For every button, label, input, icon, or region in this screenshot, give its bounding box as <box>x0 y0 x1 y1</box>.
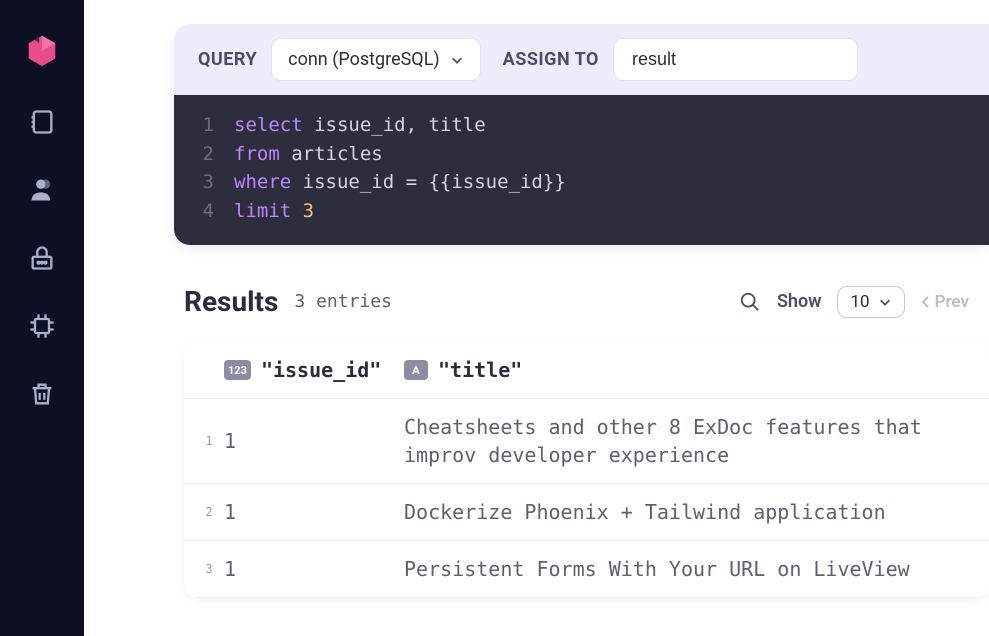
cell-title: Cheatsheets and other 8 ExDoc features t… <box>404 413 989 469</box>
code-line: 4limit 3 <box>198 197 965 226</box>
prev-button[interactable]: Prev <box>921 292 969 312</box>
query-header: QUERY conn (PostgreSQL) ASSIGN TO <box>174 24 989 95</box>
prev-label: Prev <box>935 292 969 312</box>
results-title: Results <box>184 285 278 318</box>
table-header: 123 "issue_id" A "title" <box>184 342 989 399</box>
type-badge-number: 123 <box>224 360 251 380</box>
show-select[interactable]: 10 <box>837 286 904 318</box>
user-icon[interactable] <box>28 176 56 204</box>
lock-icon[interactable] <box>28 244 56 272</box>
entries-count: 3 entries <box>294 291 392 312</box>
code-line: 2from articles <box>198 140 965 169</box>
row-number: 1 <box>194 434 224 448</box>
main-content: QUERY conn (PostgreSQL) ASSIGN TO 1selec… <box>84 0 989 636</box>
column-header-issue-id[interactable]: 123 "issue_id" <box>224 358 404 382</box>
show-value: 10 <box>850 292 869 312</box>
notebook-icon[interactable] <box>28 108 56 136</box>
query-card: QUERY conn (PostgreSQL) ASSIGN TO 1selec… <box>174 24 989 245</box>
chevron-down-icon <box>450 53 464 67</box>
cell-title: Persistent Forms With Your URL on LiveVi… <box>404 555 989 583</box>
table-row[interactable]: 1 1 Cheatsheets and other 8 ExDoc featur… <box>184 399 989 484</box>
row-number: 2 <box>194 505 224 519</box>
results-controls: Show 10 Prev <box>739 286 989 318</box>
assign-input[interactable] <box>613 38 858 81</box>
cell-issue-id: 1 <box>224 500 404 524</box>
app-logo[interactable] <box>23 30 61 68</box>
column-header-title[interactable]: A "title" <box>404 358 989 382</box>
results-section: Results 3 entries Show 10 Prev <box>184 285 989 598</box>
cell-issue-id: 1 <box>224 429 404 453</box>
connection-dropdown[interactable]: conn (PostgreSQL) <box>271 38 481 81</box>
table-row[interactable]: 3 1 Persistent Forms With Your URL on Li… <box>184 541 989 598</box>
cell-issue-id: 1 <box>224 557 404 581</box>
cell-title: Dockerize Phoenix + Tailwind application <box>404 498 989 526</box>
trash-icon[interactable] <box>28 380 56 408</box>
code-line: 3where issue_id = {{issue_id}} <box>198 168 965 197</box>
results-header: Results 3 entries Show 10 Prev <box>184 285 989 318</box>
query-label: QUERY <box>198 49 257 70</box>
results-table: 123 "issue_id" A "title" 1 1 Cheatsheets… <box>184 342 989 598</box>
assign-label: ASSIGN TO <box>503 49 599 70</box>
sidebar <box>0 0 84 636</box>
chip-icon[interactable] <box>28 312 56 340</box>
table-row[interactable]: 2 1 Dockerize Phoenix + Tailwind applica… <box>184 484 989 541</box>
search-icon[interactable] <box>739 291 761 313</box>
connection-value: conn (PostgreSQL) <box>288 49 440 70</box>
type-badge-text: A <box>404 360 428 380</box>
row-number: 3 <box>194 562 224 576</box>
show-label: Show <box>777 291 822 312</box>
code-editor[interactable]: 1select issue_id, title2from articles3wh… <box>174 95 989 245</box>
code-line: 1select issue_id, title <box>198 111 965 140</box>
chevron-down-icon <box>878 295 892 309</box>
